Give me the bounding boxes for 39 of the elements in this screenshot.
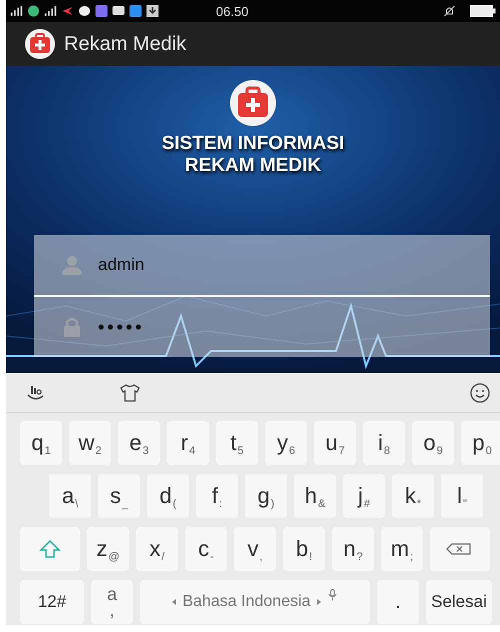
app-icon — [129, 5, 142, 17]
heading-text: REKAM MEDIK — [184, 155, 322, 177]
key[interactable]: f: — [196, 474, 238, 518]
smiley-icon[interactable] — [468, 380, 492, 404]
medical-kit-icon — [229, 79, 277, 127]
medical-kit-icon — [24, 28, 56, 60]
key[interactable]: Selesai — [426, 580, 492, 624]
app-title: Rekam Medik — [64, 32, 186, 56]
key[interactable]: 12# — [20, 580, 84, 624]
key[interactable]: a , — [91, 580, 133, 624]
key[interactable]: s_ — [98, 474, 140, 518]
app-icon — [95, 5, 108, 17]
clock: 06.50 — [216, 4, 249, 18]
key[interactable]: c- — [185, 527, 227, 571]
heading-text: SISTEM INFORMASI — [162, 133, 344, 155]
key[interactable]: v, — [234, 527, 276, 571]
download-icon — [146, 5, 159, 17]
key[interactable]: z@ — [87, 527, 129, 571]
signal-icon — [44, 5, 57, 17]
key[interactable]: g) — [245, 474, 287, 518]
signal-icon — [10, 5, 23, 17]
key[interactable]: b! — [283, 527, 325, 571]
muted-bell-icon — [443, 5, 456, 17]
key[interactable]: h& — [294, 474, 336, 518]
microphone-icon — [326, 588, 338, 602]
key[interactable]: j# — [343, 474, 385, 518]
person-icon — [60, 253, 84, 277]
space-key[interactable]: Bahasa Indonesia — [140, 580, 370, 624]
key[interactable]: l" — [441, 474, 483, 518]
password-field[interactable]: ••••• — [34, 295, 490, 357]
key[interactable]: a\ — [49, 474, 91, 518]
key[interactable]: . — [377, 580, 419, 624]
key[interactable]: n? — [332, 527, 374, 571]
key[interactable]: k* — [392, 474, 434, 518]
battery-icon — [470, 5, 496, 17]
username-field[interactable]: admin — [34, 235, 490, 295]
key[interactable]: x/ — [136, 527, 178, 571]
key[interactable]: d( — [147, 474, 189, 518]
key[interactable]: m; — [381, 527, 423, 571]
